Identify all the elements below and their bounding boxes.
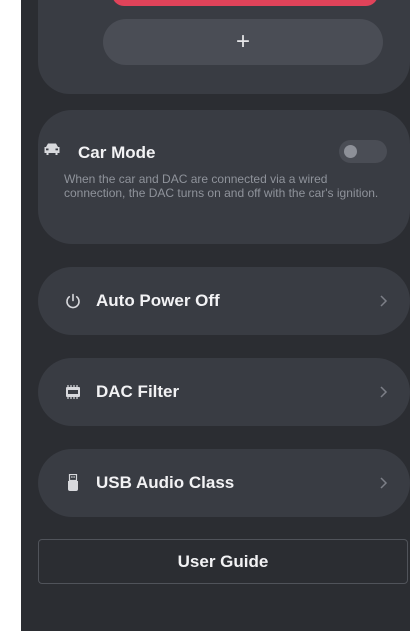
red-action-button[interactable] [112, 0, 378, 6]
auto-power-off-row[interactable]: Auto Power Off [38, 267, 410, 335]
user-guide-button[interactable]: User Guide [38, 539, 408, 584]
chevron-right-icon [380, 295, 388, 307]
settings-screen: + Car Mode When the car and DAC are conn… [21, 0, 410, 631]
chevron-right-icon [380, 477, 388, 489]
car-mode-description: When the car and DAC are connected via a… [64, 172, 379, 200]
usb-audio-class-row[interactable]: USB Audio Class [38, 449, 410, 517]
dac-filter-label: DAC Filter [96, 382, 180, 401]
auto-power-off-label: Auto Power Off [96, 291, 220, 310]
dac-chip-icon [64, 383, 82, 401]
usb-audio-class-label: USB Audio Class [96, 473, 235, 492]
car-mode-toggle[interactable] [339, 140, 387, 163]
car-icon [43, 142, 61, 156]
toggle-knob [344, 145, 357, 158]
dac-filter-row[interactable]: DAC Filter [38, 358, 410, 426]
chevron-right-icon [380, 386, 388, 398]
top-card: + [38, 0, 410, 94]
usb-icon [64, 474, 82, 492]
add-button[interactable]: + [103, 19, 383, 65]
user-guide-label: User Guide [177, 551, 269, 571]
plus-icon: + [235, 28, 250, 55]
power-icon [64, 292, 82, 310]
car-mode-title: Car Mode [78, 143, 156, 162]
